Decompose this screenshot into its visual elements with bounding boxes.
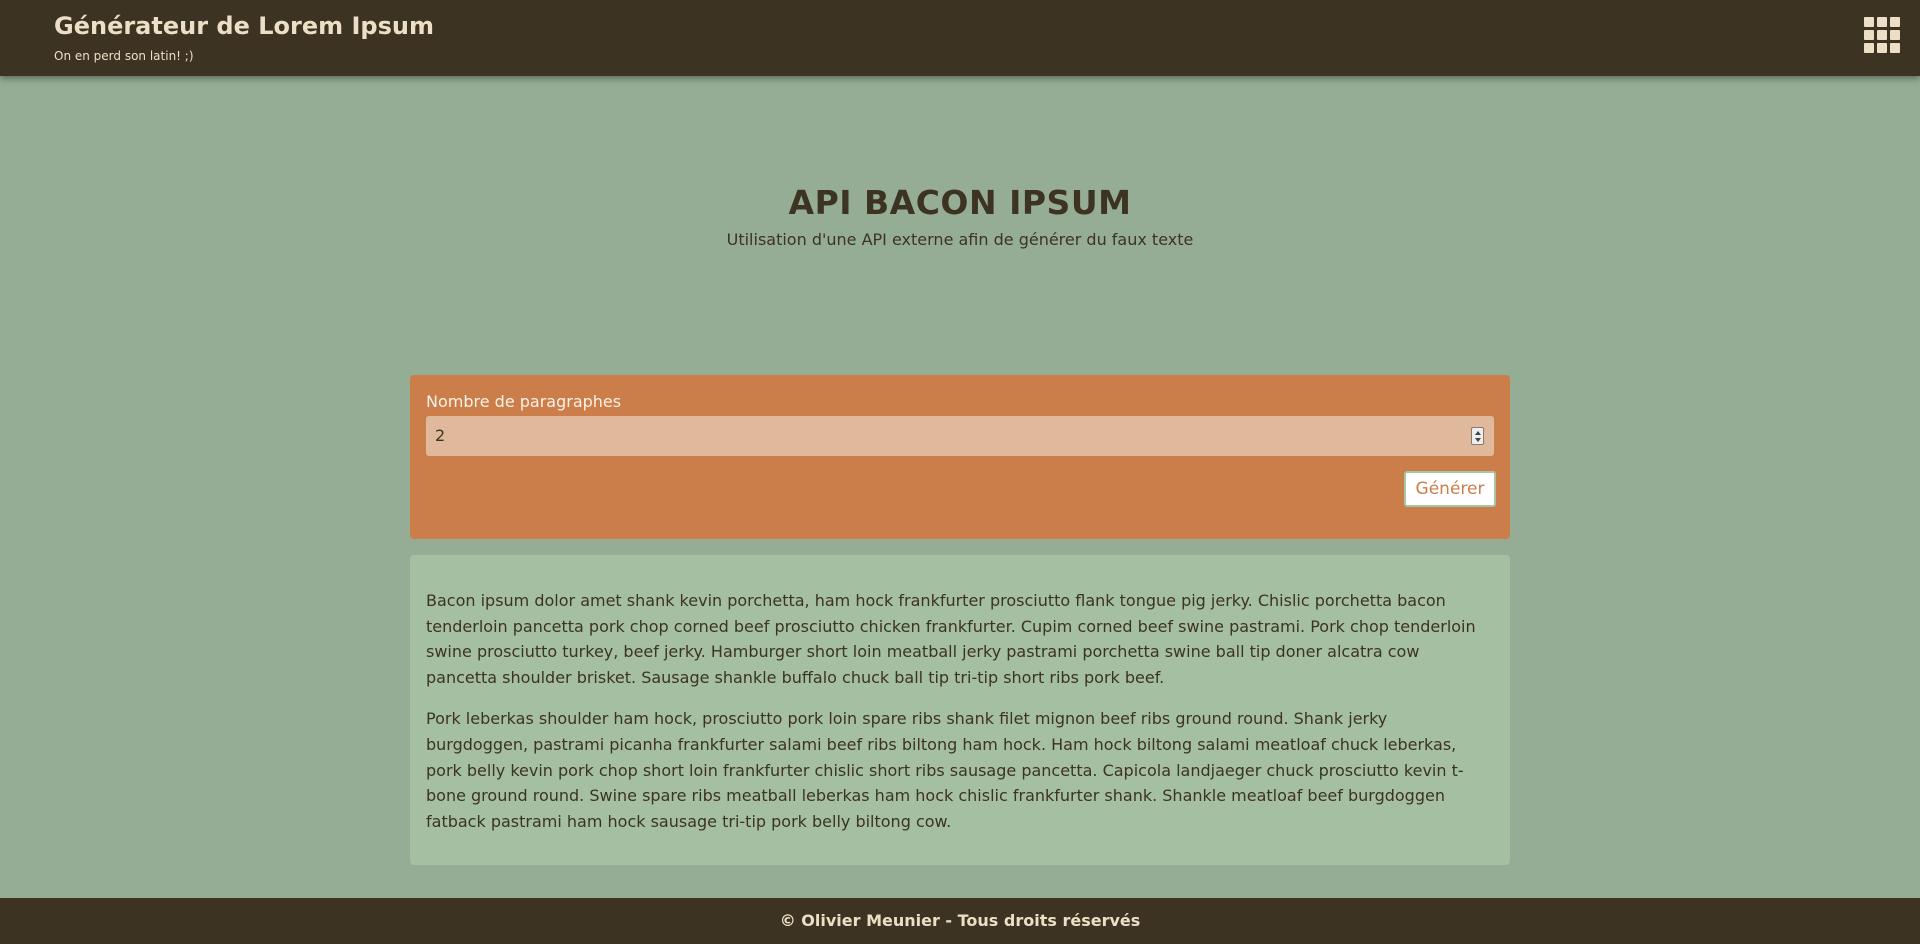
grid-cell bbox=[1890, 30, 1900, 40]
generated-paragraph: Pork leberkas shoulder ham hock, prosciu… bbox=[426, 709, 1464, 831]
grid-cell bbox=[1864, 43, 1874, 53]
grid-cell bbox=[1890, 43, 1900, 53]
site-title[interactable]: Générateur de Lorem Ipsum bbox=[54, 12, 434, 40]
footer: © Olivier Meunier - Tous droits réservés bbox=[0, 898, 1920, 944]
generated-paragraph: Bacon ipsum dolor amet shank kevin porch… bbox=[426, 591, 1476, 687]
grid-cell bbox=[1864, 30, 1874, 40]
site-subtitle: On en perd son latin! ;) bbox=[54, 49, 194, 63]
paragraph-count-input[interactable]: 2 bbox=[426, 416, 1494, 456]
stepper-up-icon[interactable] bbox=[1475, 431, 1481, 435]
grid-cell bbox=[1877, 17, 1887, 27]
stepper-down-icon[interactable] bbox=[1475, 438, 1481, 442]
grid-cell bbox=[1877, 30, 1887, 40]
paragraph-count-label: Nombre de paragraphes bbox=[426, 392, 622, 411]
copyright-text: © Olivier Meunier - Tous droits réservés bbox=[779, 911, 1141, 930]
paragraph-count-value: 2 bbox=[435, 426, 446, 445]
generator-form: Nombre de paragraphes 2 Générer bbox=[410, 375, 1510, 539]
grid-cell bbox=[1877, 43, 1887, 53]
grid-cell bbox=[1890, 17, 1900, 27]
top-bar: Générateur de Lorem Ipsum On en perd son… bbox=[0, 0, 1920, 76]
grid-cell bbox=[1864, 17, 1874, 27]
page-subtitle: Utilisation d'une API externe afin de gé… bbox=[726, 230, 1194, 249]
page-title: API BACON IPSUM bbox=[788, 183, 1132, 222]
grid-apps-icon[interactable] bbox=[1864, 17, 1902, 55]
number-stepper[interactable] bbox=[1471, 427, 1484, 445]
generate-button[interactable]: Générer bbox=[1404, 471, 1496, 507]
generated-text-panel: Bacon ipsum dolor amet shank kevin porch… bbox=[410, 555, 1510, 865]
